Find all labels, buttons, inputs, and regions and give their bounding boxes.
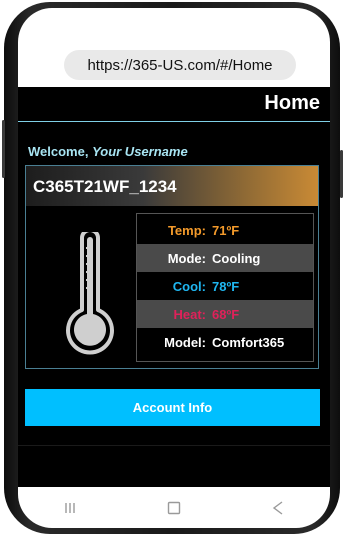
page-header: Home [18,87,330,122]
thermometer-icon [66,232,114,355]
cool-value: 78ºF [212,278,240,294]
mode-label: Mode: [167,250,206,266]
heat-value: 68ºF [212,306,240,322]
url-text: https://365-US.com/#/Home [87,56,273,74]
app-content: Home Welcome, Your Username C365T21WF_12… [18,87,330,487]
temp-label: Temp: [167,222,206,238]
row-mode: Mode: Cooling [137,244,313,272]
temp-value: 71ºF [212,222,240,238]
recent-apps-button[interactable] [40,493,100,523]
welcome-username: Your Username [92,144,188,159]
device-name: C365T21WF_1234 [33,177,177,196]
heat-label: Heat: [173,306,206,322]
url-field[interactable]: https://365-US.com/#/Home [64,50,296,80]
android-nav-bar [18,487,330,528]
mode-value: Cooling [212,250,261,266]
device-card[interactable]: C365T21WF_1234 Temp: 71ºF Mode: Cooling … [25,165,319,369]
account-info-button[interactable]: Account Info [25,389,320,426]
cool-label: Cool: [172,278,206,294]
device-info-table: Temp: 71ºF Mode: Cooling Cool: 78ºF Heat… [136,213,314,362]
welcome-prefix: Welcome, [28,144,93,159]
home-button[interactable] [144,493,204,523]
row-temp: Temp: 71ºF [137,216,313,244]
back-chevron-icon [272,500,283,515]
divider [18,445,330,446]
model-label: Model: [164,334,206,350]
page-title: Home [264,92,320,114]
row-cool: Cool: 78ºF [137,272,313,300]
volume-button [2,120,5,178]
recent-apps-icon [65,502,75,513]
row-model: Model: Comfort365 [137,328,313,356]
back-button[interactable] [248,493,308,523]
phone-screen: https://365-US.com/#/Home Home Welcome, … [18,8,330,528]
device-card-header: C365T21WF_1234 [26,166,318,206]
row-heat: Heat: 68ºF [137,300,313,328]
browser-bar: https://365-US.com/#/Home [18,8,330,87]
power-button [340,150,343,198]
home-square-icon [167,501,181,514]
phone-frame: https://365-US.com/#/Home Home Welcome, … [0,0,345,536]
model-value: Comfort365 [212,334,285,350]
welcome-message: Welcome, Your Username [28,144,188,159]
